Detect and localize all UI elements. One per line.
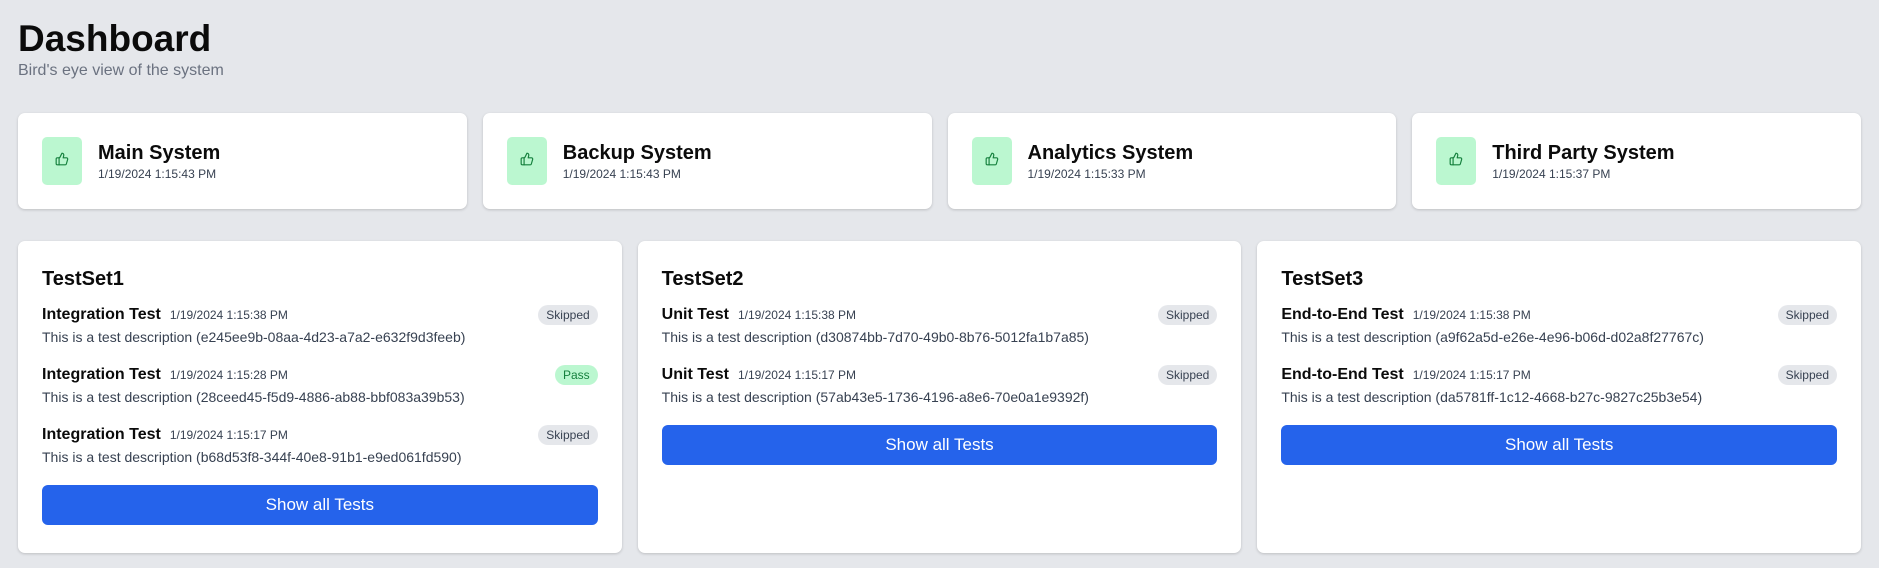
show-all-tests-button[interactable]: Show all Tests — [661, 425, 1218, 465]
page-subtitle: Bird's eye view of the system — [18, 62, 224, 79]
system-card: Third Party System 1/19/2024 1:15:37 PM — [1412, 113, 1861, 209]
thumbs-up-icon — [55, 152, 69, 171]
testset-title: TestSet1 — [42, 268, 124, 290]
testset-card: TestSet2 Unit Test 1/19/2024 1:15:38 PM … — [637, 241, 1242, 553]
testset-title: TestSet2 — [661, 268, 744, 290]
system-card: Main System 1/19/2024 1:15:43 PM — [18, 113, 467, 209]
system-timestamp: 1/19/2024 1:15:37 PM — [1492, 167, 1611, 181]
thumbs-up-icon — [520, 152, 534, 171]
test-description: This is a test description (b68d53f8-344… — [42, 449, 462, 465]
system-status-tile — [1436, 137, 1477, 185]
test-name: Integration Test — [42, 426, 161, 443]
test-description: This is a test description (a9f62a5d-e26… — [1281, 329, 1704, 345]
status-badge: Pass — [554, 365, 598, 385]
thumbs-up-icon — [985, 152, 999, 171]
test-name: Unit Test — [661, 366, 729, 383]
test-name: Unit Test — [661, 306, 729, 323]
test-timestamp: 1/19/2024 1:15:38 PM — [737, 308, 857, 322]
status-badge: Skipped — [538, 425, 598, 445]
system-timestamp: 1/19/2024 1:15:43 PM — [98, 167, 217, 181]
testset-card: TestSet1 Integration Test 1/19/2024 1:15… — [18, 241, 622, 553]
test-timestamp: 1/19/2024 1:15:28 PM — [169, 368, 288, 382]
show-all-tests-button[interactable]: Show all Tests — [1281, 425, 1838, 465]
test-description: This is a test description (28ceed45-f5d… — [42, 389, 465, 405]
status-badge: Skipped — [1777, 305, 1838, 325]
system-status-tile — [506, 137, 547, 185]
testset-title: TestSet3 — [1281, 268, 1364, 290]
test-name: End-to-End Test — [1281, 366, 1404, 383]
test-timestamp: 1/19/2024 1:15:17 PM — [1412, 368, 1531, 382]
test-timestamp: 1/19/2024 1:15:38 PM — [1412, 308, 1531, 322]
test-description: This is a test description (e245ee9b-08a… — [42, 329, 466, 345]
system-name: Third Party System — [1492, 142, 1675, 164]
show-all-tests-button[interactable]: Show all Tests — [42, 485, 598, 525]
test-item: End-to-End Test 1/19/2024 1:15:38 PM Ski… — [1281, 305, 1838, 365]
status-badge: Skipped — [1157, 365, 1218, 385]
system-status-tile — [42, 137, 82, 185]
status-badge: Skipped — [1777, 365, 1838, 385]
test-name: End-to-End Test — [1281, 306, 1404, 323]
test-item: Integration Test 1/19/2024 1:15:28 PM Pa… — [42, 365, 598, 425]
test-item: Unit Test 1/19/2024 1:15:38 PM Skipped T… — [662, 305, 1218, 365]
test-name: Integration Test — [42, 366, 161, 383]
system-name: Main System — [98, 142, 221, 164]
test-timestamp: 1/19/2024 1:15:38 PM — [169, 308, 288, 322]
page-header: Dashboard Bird's eye view of the system — [18, 18, 1861, 80]
system-name: Backup System — [562, 142, 712, 164]
test-item: End-to-End Test 1/19/2024 1:15:17 PM Ski… — [1281, 365, 1838, 425]
test-description: This is a test description (da5781ff-1c1… — [1281, 389, 1703, 405]
thumbs-up-icon — [1449, 152, 1463, 171]
test-name: Integration Test — [42, 306, 161, 323]
system-status-tile — [971, 137, 1012, 185]
status-badge: Skipped — [538, 305, 598, 325]
system-card: Analytics System 1/19/2024 1:15:33 PM — [947, 113, 1397, 209]
test-timestamp: 1/19/2024 1:15:17 PM — [737, 368, 857, 382]
testset-card: TestSet3 End-to-End Test 1/19/2024 1:15:… — [1257, 241, 1862, 553]
system-timestamp: 1/19/2024 1:15:43 PM — [562, 167, 681, 181]
page-title: Dashboard — [18, 18, 212, 59]
test-item: Integration Test 1/19/2024 1:15:17 PM Sk… — [42, 425, 598, 485]
test-item: Integration Test 1/19/2024 1:15:38 PM Sk… — [42, 305, 598, 365]
system-name: Analytics System — [1027, 142, 1194, 164]
system-card: Backup System 1/19/2024 1:15:43 PM — [482, 113, 932, 209]
test-description: This is a test description (d30874bb-7d7… — [661, 329, 1089, 345]
system-timestamp: 1/19/2024 1:15:33 PM — [1027, 167, 1146, 181]
status-badge: Skipped — [1157, 305, 1218, 325]
test-timestamp: 1/19/2024 1:15:17 PM — [169, 428, 288, 442]
test-item: Unit Test 1/19/2024 1:15:17 PM Skipped T… — [662, 365, 1218, 425]
testsets-row: TestSet1 Integration Test 1/19/2024 1:15… — [18, 241, 1862, 553]
test-description: This is a test description (57ab43e5-173… — [661, 389, 1089, 405]
systems-row: Main System 1/19/2024 1:15:43 PM Backup … — [18, 113, 1861, 209]
